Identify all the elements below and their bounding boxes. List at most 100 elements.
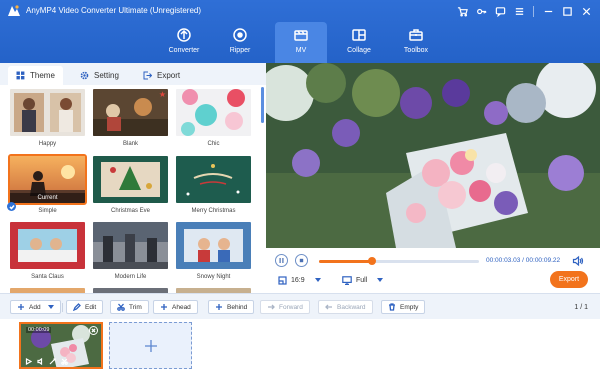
ripper-icon bbox=[233, 28, 247, 42]
tab-theme[interactable]: Theme bbox=[8, 66, 63, 85]
export-icon bbox=[143, 71, 152, 80]
time-readout: 00:00:03.03 / 00:00:09.22 bbox=[486, 257, 560, 264]
page-counter: 1 / 1 bbox=[574, 304, 588, 311]
tab-setting[interactable]: Setting bbox=[72, 66, 127, 85]
mv-icon bbox=[294, 30, 308, 41]
chevron-down-icon bbox=[314, 278, 321, 282]
volume-icon[interactable] bbox=[572, 255, 584, 267]
backward-button[interactable]: Backward bbox=[318, 300, 373, 314]
nav-mv[interactable]: MV bbox=[275, 22, 327, 63]
clip-item[interactable]: 00:00:09 bbox=[19, 322, 103, 369]
toolbar-divider bbox=[62, 303, 63, 312]
player-controls: 00:00:03.03 / 00:00:09.22 16:9 Full Expo… bbox=[266, 248, 600, 293]
screen-mode-select[interactable]: Full bbox=[342, 274, 384, 286]
title-bar: AnyMP4 Video Converter Ultimate (Unregis… bbox=[0, 0, 600, 22]
grid-icon bbox=[16, 71, 25, 80]
theme-label: Simple bbox=[38, 208, 57, 214]
behind-button[interactable]: Behind bbox=[208, 300, 255, 314]
theme-thumbnail: Current bbox=[8, 154, 87, 205]
theme-label: Christmas Eve bbox=[110, 208, 150, 214]
chevron-down-icon bbox=[377, 278, 384, 282]
effect-icon[interactable] bbox=[49, 358, 56, 365]
progress-bar[interactable] bbox=[319, 257, 479, 265]
tab-export[interactable]: Export bbox=[135, 66, 188, 85]
stop-icon bbox=[299, 258, 304, 263]
theme-thumbnail bbox=[10, 89, 85, 136]
pause-button[interactable] bbox=[275, 254, 288, 267]
tab-export-label: Export bbox=[157, 71, 181, 80]
plus-icon bbox=[144, 339, 157, 352]
video-preview[interactable] bbox=[266, 63, 600, 248]
progress-handle[interactable] bbox=[367, 257, 376, 265]
backward-button-label: Backward bbox=[337, 303, 366, 311]
theme-thumbnail bbox=[176, 156, 251, 203]
menu-icon[interactable] bbox=[511, 3, 527, 19]
chevron-down-icon bbox=[47, 305, 54, 309]
favorite-star-icon[interactable]: ★ bbox=[159, 91, 166, 99]
export-button[interactable]: Export bbox=[550, 271, 588, 288]
app-title: AnyMP4 Video Converter Ultimate (Unregis… bbox=[26, 6, 202, 15]
nav-collage[interactable]: Collage bbox=[333, 22, 385, 63]
gear-icon bbox=[80, 71, 89, 80]
cart-icon[interactable] bbox=[454, 3, 470, 19]
forward-button[interactable]: Forward bbox=[260, 300, 310, 314]
aspect-ratio-select[interactable]: 16:9 bbox=[278, 274, 321, 286]
scroll-thumb[interactable] bbox=[261, 87, 264, 123]
page-total: 1 bbox=[584, 304, 588, 311]
tab-theme-label: Theme bbox=[30, 71, 55, 80]
minimize-icon[interactable] bbox=[540, 3, 556, 19]
collage-icon bbox=[352, 29, 366, 41]
theme-grid: Happy ★ Blank Chic Current Simple Christ… bbox=[0, 85, 266, 293]
time-separator: / bbox=[522, 257, 524, 264]
theme-thumbnail bbox=[10, 222, 85, 269]
main-nav: Converter Ripper MV Collage Toolbox bbox=[0, 22, 600, 63]
current-time: 00:00:03.03 bbox=[486, 257, 521, 264]
plus-icon bbox=[161, 304, 167, 310]
add-button[interactable]: Add bbox=[10, 300, 61, 314]
progress-fill bbox=[319, 260, 372, 263]
maximize-icon[interactable] bbox=[559, 3, 575, 19]
key-icon[interactable] bbox=[473, 3, 489, 19]
ahead-button[interactable]: Ahead bbox=[153, 300, 198, 314]
theme-thumbnail bbox=[176, 89, 251, 136]
scissors-icon bbox=[117, 303, 125, 311]
theme-thumbnail bbox=[176, 222, 251, 269]
theme-label: Merry Christmas bbox=[191, 208, 236, 214]
page-current: 1 bbox=[574, 304, 579, 311]
theme-thumbnail bbox=[93, 156, 168, 203]
monitor-icon bbox=[342, 275, 352, 285]
remove-clip-icon[interactable] bbox=[89, 326, 98, 335]
screen-mode-value: Full bbox=[356, 276, 368, 284]
theme-label: Happy bbox=[38, 141, 57, 147]
close-icon[interactable] bbox=[578, 3, 594, 19]
edit-button[interactable]: Edit bbox=[66, 300, 104, 314]
nav-ripper[interactable]: Ripper bbox=[214, 22, 266, 63]
stop-button[interactable] bbox=[295, 254, 308, 267]
trim-button[interactable]: Trim bbox=[110, 300, 149, 314]
theme-label: Modern Life bbox=[114, 274, 147, 280]
nav-toolbox[interactable]: Toolbox bbox=[390, 22, 442, 63]
trash-icon bbox=[389, 303, 395, 311]
window-controls bbox=[454, 3, 594, 19]
nav-converter-label: Converter bbox=[168, 47, 200, 54]
nav-collage-label: Collage bbox=[347, 47, 371, 54]
scissors-icon[interactable] bbox=[61, 358, 68, 365]
play-icon[interactable] bbox=[25, 358, 32, 365]
nav-converter[interactable]: Converter bbox=[158, 22, 210, 63]
add-button-label: Add bbox=[29, 303, 41, 311]
edit-icon bbox=[73, 303, 81, 311]
empty-button[interactable]: Empty bbox=[381, 300, 426, 314]
toolbox-icon bbox=[409, 29, 423, 41]
sub-tabs: Theme Setting Export bbox=[0, 63, 266, 85]
theme-scrollbar[interactable] bbox=[261, 85, 264, 293]
add-clip-button[interactable] bbox=[109, 322, 192, 369]
forward-button-label: Forward bbox=[279, 303, 303, 311]
audio-icon[interactable] bbox=[37, 358, 44, 365]
nav-mv-label: MV bbox=[295, 47, 307, 54]
theme-thumbnail bbox=[93, 222, 168, 269]
chat-icon[interactable] bbox=[492, 3, 508, 19]
behind-button-label: Behind bbox=[227, 303, 248, 311]
plus-icon bbox=[216, 304, 222, 310]
tab-setting-label: Setting bbox=[94, 71, 119, 80]
theme-label: Blank bbox=[122, 141, 138, 147]
